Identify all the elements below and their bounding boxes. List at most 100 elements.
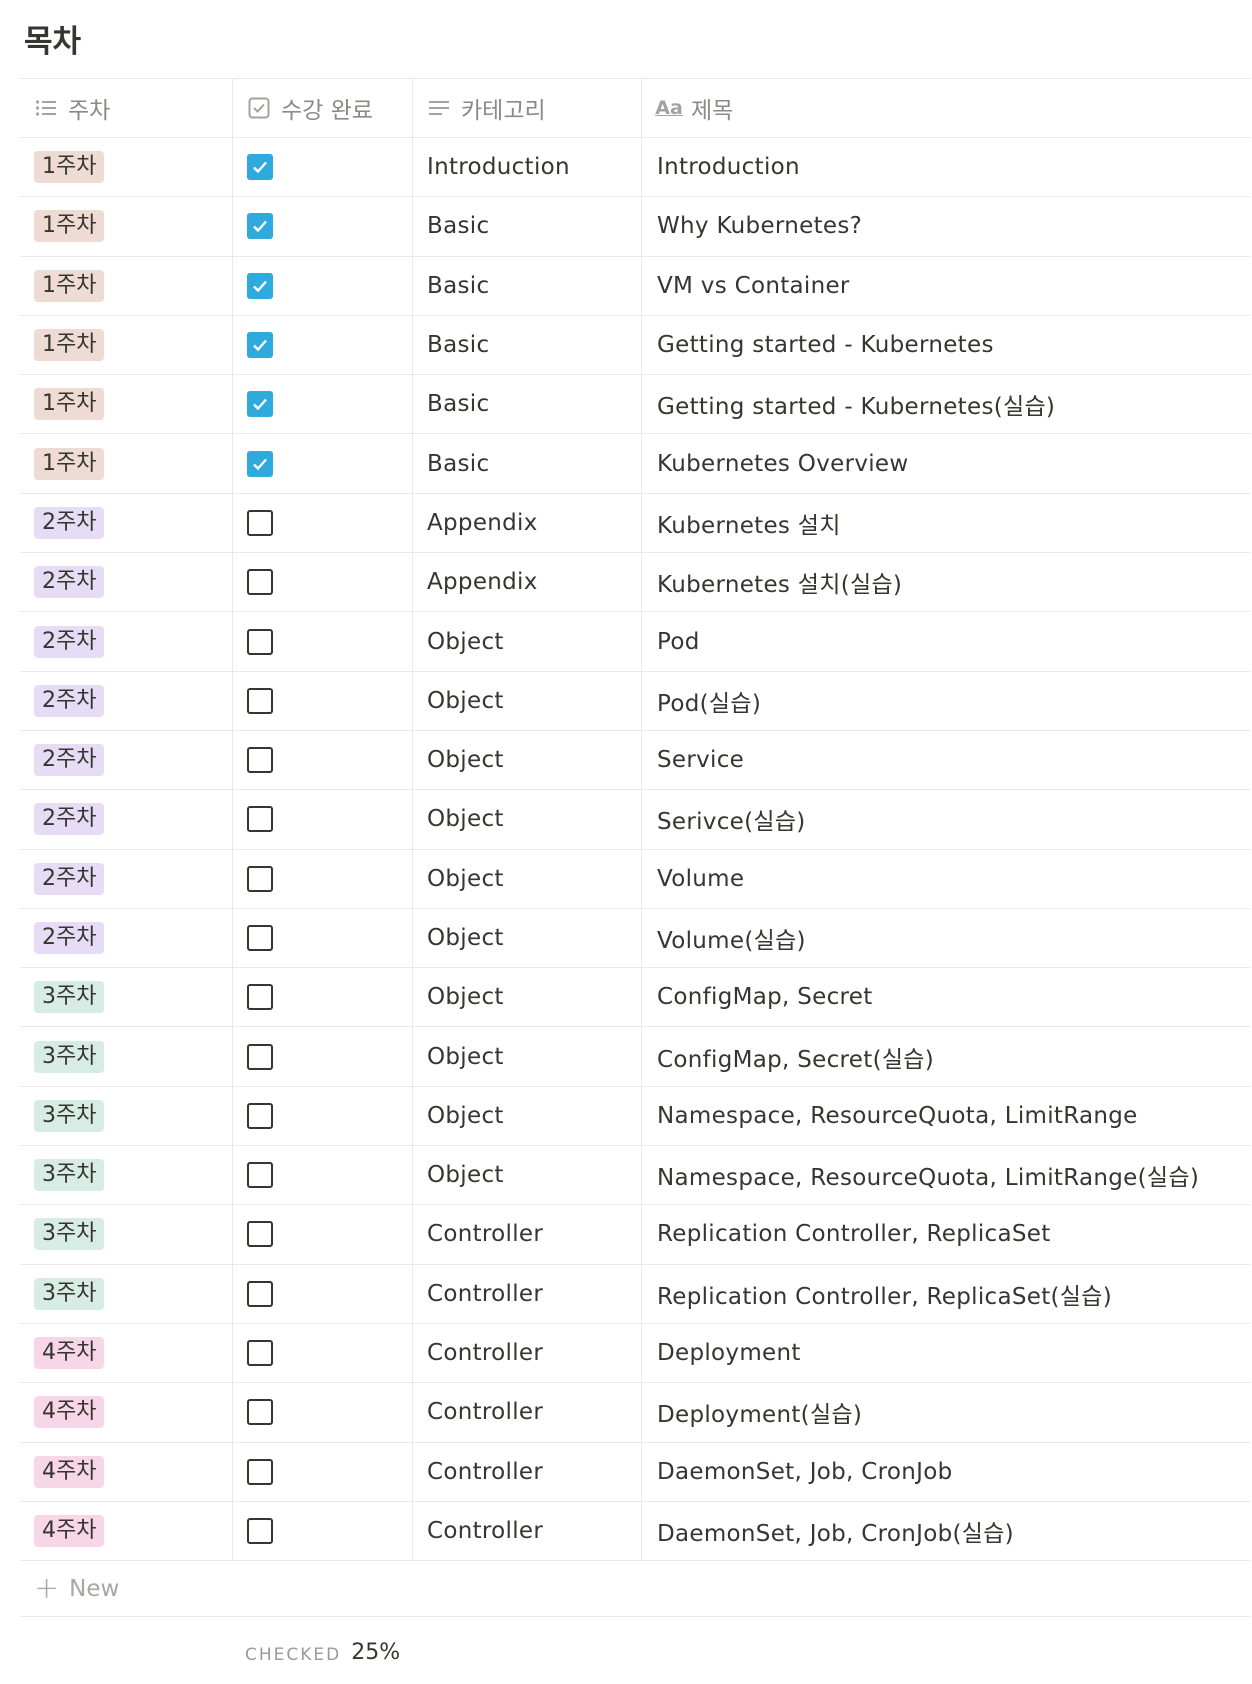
done-checkbox[interactable] — [247, 1162, 273, 1189]
done-checkbox[interactable] — [247, 450, 273, 477]
done-checkbox[interactable] — [247, 154, 273, 181]
title-cell[interactable]: ConfigMap, Secret — [642, 968, 1250, 1026]
done-checkbox[interactable] — [247, 1102, 273, 1129]
title-cell[interactable]: Why Kubernetes? — [642, 197, 1250, 255]
week-cell[interactable]: 4주차 — [20, 1383, 233, 1442]
category-cell[interactable]: Object — [413, 612, 642, 671]
week-cell[interactable]: 3주차 — [20, 1146, 233, 1205]
table-row[interactable]: 2주차 Object Pod(실습) — [20, 671, 1250, 731]
category-cell[interactable]: Basic — [413, 197, 642, 256]
title-cell[interactable]: Namespace, ResourceQuota, LimitRange(실습) — [642, 1146, 1250, 1204]
table-row[interactable]: 4주차 Controller Deployment — [20, 1323, 1250, 1384]
week-cell[interactable]: 2주차 — [20, 671, 233, 730]
title-cell[interactable]: DaemonSet, Job, CronJob(실습) — [642, 1502, 1250, 1560]
table-row[interactable]: 1주차 Basic Getting started - Kubernetes(실… — [20, 375, 1250, 435]
category-cell[interactable]: Basic — [413, 434, 642, 493]
table-row[interactable]: 1주차 Basic Getting started - Kubernetes — [20, 315, 1250, 376]
done-checkbox[interactable] — [247, 569, 273, 596]
category-cell[interactable]: Basic — [413, 315, 642, 375]
table-row[interactable]: 4주차 Controller Deployment(실습) — [20, 1383, 1250, 1443]
title-cell[interactable]: Kubernetes 설치 — [642, 494, 1250, 552]
done-checkbox[interactable] — [247, 1280, 273, 1307]
table-row[interactable]: 2주차 Object Volume(실습) — [20, 908, 1250, 969]
week-cell[interactable]: 1주차 — [20, 197, 233, 256]
category-cell[interactable]: Object — [413, 671, 642, 730]
table-row[interactable]: 3주차 Controller Replication Controller, R… — [20, 1264, 1250, 1324]
calculation-label[interactable]: CHECKED — [245, 1645, 341, 1665]
done-checkbox[interactable] — [247, 391, 273, 418]
category-cell[interactable]: Appendix — [413, 493, 642, 553]
table-row[interactable]: 2주차 Appendix Kubernetes 설치(실습) — [20, 553, 1250, 613]
table-row[interactable]: 4주차 Controller DaemonSet, Job, CronJob(실… — [20, 1501, 1250, 1562]
category-cell[interactable]: Controller — [413, 1383, 642, 1442]
done-checkbox[interactable] — [247, 272, 273, 299]
table-row[interactable]: 2주차 Object Volume — [20, 849, 1250, 909]
done-checkbox[interactable] — [247, 628, 273, 655]
category-cell[interactable]: Controller — [413, 1264, 642, 1323]
table-row[interactable]: 2주차 Object Service — [20, 730, 1250, 791]
category-cell[interactable]: Basic — [413, 375, 642, 434]
week-cell[interactable]: 3주차 — [20, 1264, 233, 1323]
week-cell[interactable]: 2주차 — [20, 730, 233, 790]
week-cell[interactable]: 2주차 — [20, 908, 233, 968]
title-cell[interactable]: Deployment — [642, 1324, 1250, 1382]
column-header-done[interactable]: 수강 완료 — [233, 79, 413, 137]
category-cell[interactable]: Basic — [413, 256, 642, 315]
title-cell[interactable]: Deployment(실습) — [642, 1383, 1250, 1441]
week-cell[interactable]: 2주차 — [20, 849, 233, 908]
column-header-category[interactable]: 카테고리 — [413, 79, 642, 137]
title-cell[interactable]: Serivce(실습) — [642, 790, 1250, 848]
category-cell[interactable]: Controller — [413, 1323, 642, 1383]
category-cell[interactable]: Object — [413, 1027, 642, 1086]
done-checkbox[interactable] — [247, 925, 273, 951]
done-checkbox[interactable] — [247, 984, 273, 1011]
week-cell[interactable]: 4주차 — [20, 1323, 233, 1383]
done-checkbox[interactable] — [247, 1340, 273, 1367]
table-row[interactable]: 3주차 Controller Replication Controller, R… — [20, 1205, 1250, 1265]
table-row[interactable]: 2주차 Object Serivce(실습) — [20, 790, 1250, 850]
done-checkbox[interactable] — [247, 747, 273, 774]
title-cell[interactable]: ConfigMap, Secret(실습) — [642, 1027, 1250, 1085]
done-checkbox[interactable] — [247, 1043, 273, 1070]
table-row[interactable]: 2주차 Appendix Kubernetes 설치 — [20, 493, 1250, 554]
week-cell[interactable]: 3주차 — [20, 1027, 233, 1086]
category-cell[interactable]: Object — [413, 790, 642, 849]
done-checkbox[interactable] — [247, 865, 273, 892]
title-cell[interactable]: Replication Controller, ReplicaSet — [642, 1205, 1250, 1263]
week-cell[interactable]: 4주차 — [20, 1501, 233, 1561]
category-cell[interactable]: Introduction — [413, 138, 642, 197]
week-cell[interactable]: 1주차 — [20, 315, 233, 375]
week-cell[interactable]: 3주차 — [20, 968, 233, 1027]
table-row[interactable]: 4주차 Controller DaemonSet, Job, CronJob — [20, 1442, 1250, 1502]
done-checkbox[interactable] — [247, 1517, 273, 1544]
week-cell[interactable]: 2주차 — [20, 493, 233, 553]
done-checkbox[interactable] — [247, 1399, 273, 1426]
table-row[interactable]: 3주차 Object ConfigMap, Secret — [20, 968, 1250, 1028]
table-row[interactable]: 1주차 Introduction Introduction — [20, 138, 1250, 198]
done-checkbox[interactable] — [247, 213, 273, 240]
category-cell[interactable]: Object — [413, 730, 642, 790]
title-cell[interactable]: Service — [642, 731, 1250, 789]
category-cell[interactable]: Object — [413, 849, 642, 908]
week-cell[interactable]: 2주차 — [20, 790, 233, 849]
title-cell[interactable]: Volume — [642, 850, 1250, 908]
week-cell[interactable]: 4주차 — [20, 1442, 233, 1501]
category-cell[interactable]: Controller — [413, 1501, 642, 1561]
title-cell[interactable]: Volume(실습) — [642, 909, 1250, 967]
table-row[interactable]: 3주차 Object ConfigMap, Secret(실습) — [20, 1027, 1250, 1087]
week-cell[interactable]: 3주차 — [20, 1086, 233, 1146]
done-checkbox[interactable] — [247, 1221, 273, 1248]
title-cell[interactable]: Kubernetes Overview — [642, 434, 1250, 492]
done-checkbox[interactable] — [247, 332, 273, 359]
table-row[interactable]: 2주차 Object Pod — [20, 612, 1250, 672]
done-checkbox[interactable] — [247, 1458, 273, 1485]
category-cell[interactable]: Controller — [413, 1205, 642, 1264]
category-cell[interactable]: Object — [413, 1086, 642, 1146]
week-cell[interactable]: 1주차 — [20, 256, 233, 315]
title-cell[interactable]: Pod — [642, 612, 1250, 670]
table-row[interactable]: 1주차 Basic Kubernetes Overview — [20, 434, 1250, 494]
week-cell[interactable]: 1주차 — [20, 434, 233, 493]
category-cell[interactable]: Appendix — [413, 553, 642, 612]
title-cell[interactable]: Getting started - Kubernetes(실습) — [642, 375, 1250, 433]
category-cell[interactable]: Controller — [413, 1442, 642, 1501]
